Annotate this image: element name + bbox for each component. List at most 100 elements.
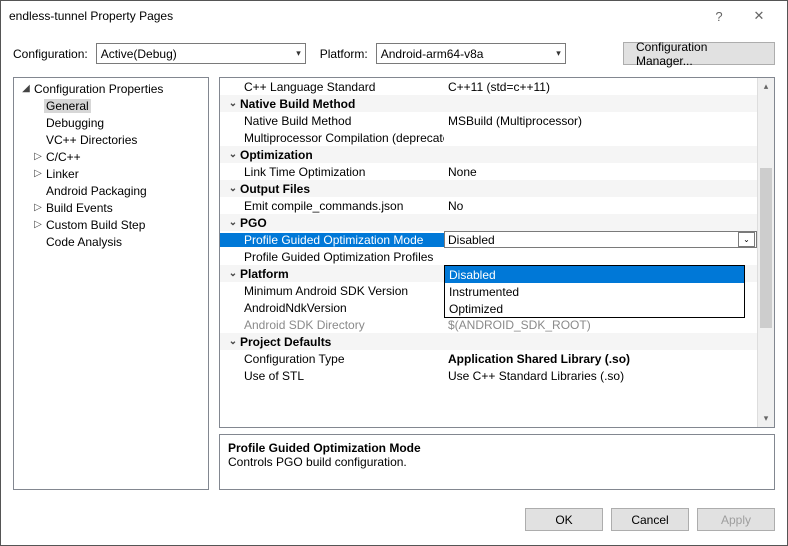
collapse-icon: ⌄ xyxy=(226,98,240,109)
dropdown-button[interactable]: ⌄ xyxy=(738,232,755,247)
grid-category[interactable]: ⌄Project Defaults xyxy=(220,333,757,350)
property-name: Emit compile_commands.json xyxy=(220,199,444,213)
grid-property-row[interactable]: Link Time OptimizationNone xyxy=(220,163,757,180)
property-name: ⌄PGO xyxy=(220,216,444,230)
tree-item[interactable]: General xyxy=(14,97,208,114)
tree-label: Custom Build Step xyxy=(44,218,147,232)
property-name: Android SDK Directory xyxy=(220,318,444,332)
property-name: Use of STL xyxy=(220,369,444,383)
platform-label: Platform: xyxy=(320,47,368,61)
property-dropdown[interactable]: DisabledInstrumentedOptimized xyxy=(444,265,745,318)
property-value[interactable]: Use C++ Standard Libraries (.so) xyxy=(444,369,757,383)
configuration-manager-button[interactable]: Configuration Manager... xyxy=(623,42,775,65)
property-name: ⌄Project Defaults xyxy=(220,335,444,349)
configuration-bar: Configuration: Active(Debug) ▾ Platform:… xyxy=(1,31,787,77)
tree-label: Code Analysis xyxy=(44,235,124,249)
apply-button[interactable]: Apply xyxy=(697,508,775,531)
collapse-icon: ⌄ xyxy=(226,336,240,347)
grid-category[interactable]: ⌄PGO xyxy=(220,214,757,231)
tree-label: General xyxy=(44,99,91,113)
collapse-icon: ⌄ xyxy=(226,149,240,160)
property-name: Native Build Method xyxy=(220,114,444,128)
property-pages-dialog: endless-tunnel Property Pages ? ✕ Config… xyxy=(0,0,788,546)
grid-category[interactable]: ⌄Optimization xyxy=(220,146,757,163)
dropdown-option[interactable]: Disabled xyxy=(445,266,744,283)
grid-property-row[interactable]: Android SDK Directory$(ANDROID_SDK_ROOT) xyxy=(220,316,757,333)
dropdown-option[interactable]: Optimized xyxy=(445,300,744,317)
property-name: Configuration Type xyxy=(220,352,444,366)
property-name: AndroidNdkVersion xyxy=(220,301,444,315)
expand-icon[interactable]: ▷ xyxy=(32,168,44,179)
property-name: ⌄Platform xyxy=(220,267,444,281)
property-value[interactable]: No xyxy=(444,199,757,213)
right-pane: C++ Language StandardC++11 (std=c++11)⌄N… xyxy=(219,77,775,490)
cancel-button[interactable]: Cancel xyxy=(611,508,689,531)
category-tree[interactable]: ◢Configuration Properties General Debuggin… xyxy=(13,77,209,490)
vertical-scrollbar[interactable]: ▴ ▾ xyxy=(757,78,774,427)
tree-item[interactable]: ▷Build Events xyxy=(14,199,208,216)
tree-item[interactable]: ▷Linker xyxy=(14,165,208,182)
tree-item[interactable]: ▷Custom Build Step xyxy=(14,216,208,233)
configuration-label: Configuration: xyxy=(13,47,88,61)
grid-property-row[interactable]: Configuration TypeApplication Shared Lib… xyxy=(220,350,757,367)
ok-button[interactable]: OK xyxy=(525,508,603,531)
tree-label: Debugging xyxy=(44,116,106,130)
help-button[interactable]: ? xyxy=(699,1,739,31)
property-value[interactable]: MSBuild (Multiprocessor) xyxy=(444,114,757,128)
chevron-down-icon: ▾ xyxy=(556,48,561,59)
property-name: Profile Guided Optimization Profiles xyxy=(220,250,444,264)
expand-icon[interactable]: ▷ xyxy=(32,219,44,230)
grid-property-row[interactable]: Multiprocessor Compilation (deprecated) xyxy=(220,129,757,146)
grid-property-row[interactable]: Profile Guided Optimization ModeDisabled… xyxy=(220,231,757,248)
property-value[interactable]: None xyxy=(444,165,757,179)
collapse-icon: ◢ xyxy=(20,83,32,94)
grid-category[interactable]: ⌄Output Files xyxy=(220,180,757,197)
grid-property-row[interactable]: C++ Language StandardC++11 (std=c++11) xyxy=(220,78,757,95)
property-name: ⌄Native Build Method xyxy=(220,97,444,111)
tree-item[interactable]: Debugging xyxy=(14,114,208,131)
description-panel: Profile Guided Optimization Mode Control… xyxy=(219,434,775,490)
tree-item[interactable]: Android Packaging xyxy=(14,182,208,199)
property-name: ⌄Output Files xyxy=(220,182,444,196)
platform-value: Android-arm64-v8a xyxy=(381,47,484,61)
property-value[interactable]: $(ANDROID_SDK_ROOT) xyxy=(444,318,757,332)
grid-category[interactable]: ⌄Native Build Method xyxy=(220,95,757,112)
tree-label: Linker xyxy=(44,167,81,181)
configuration-value: Active(Debug) xyxy=(101,47,177,61)
grid-property-row[interactable]: Emit compile_commands.jsonNo xyxy=(220,197,757,214)
grid-property-row[interactable]: Profile Guided Optimization Profiles xyxy=(220,248,757,265)
property-value[interactable]: Application Shared Library (.so) xyxy=(444,352,757,366)
tree-label: C/C++ xyxy=(44,150,83,164)
tree-item[interactable]: ▷C/C++ xyxy=(14,148,208,165)
main-area: ◢Configuration Properties General Debuggin… xyxy=(1,77,787,498)
chevron-down-icon: ▾ xyxy=(296,48,301,59)
scroll-up-icon[interactable]: ▴ xyxy=(758,78,774,95)
property-grid-container: C++ Language StandardC++11 (std=c++11)⌄N… xyxy=(219,77,775,428)
configuration-combo[interactable]: Active(Debug) ▾ xyxy=(96,43,306,64)
scroll-down-icon[interactable]: ▾ xyxy=(758,410,774,427)
grid-property-row[interactable]: Native Build MethodMSBuild (Multiprocess… xyxy=(220,112,757,129)
property-value[interactable]: C++11 (std=c++11) xyxy=(444,80,757,94)
close-button[interactable]: ✕ xyxy=(739,1,779,31)
property-value[interactable]: Disabled⌄ xyxy=(444,231,757,248)
scrollbar-thumb[interactable] xyxy=(760,168,772,328)
collapse-icon: ⌄ xyxy=(226,217,240,228)
property-name: C++ Language Standard xyxy=(220,80,444,94)
tree-root[interactable]: ◢Configuration Properties xyxy=(14,80,208,97)
tree-item[interactable]: VC++ Directories xyxy=(14,131,208,148)
property-name: Multiprocessor Compilation (deprecated) xyxy=(220,131,444,145)
property-grid[interactable]: C++ Language StandardC++11 (std=c++11)⌄N… xyxy=(220,78,757,427)
tree-label: Android Packaging xyxy=(44,184,149,198)
description-title: Profile Guided Optimization Mode xyxy=(228,441,766,455)
window-title: endless-tunnel Property Pages xyxy=(9,9,699,23)
dropdown-option[interactable]: Instrumented xyxy=(445,283,744,300)
expand-icon[interactable]: ▷ xyxy=(32,151,44,162)
collapse-icon: ⌄ xyxy=(226,268,240,279)
grid-property-row[interactable]: Use of STLUse C++ Standard Libraries (.s… xyxy=(220,367,757,384)
description-text: Controls PGO build configuration. xyxy=(228,455,766,469)
platform-combo[interactable]: Android-arm64-v8a ▾ xyxy=(376,43,566,64)
property-name: Link Time Optimization xyxy=(220,165,444,179)
property-name: ⌄Optimization xyxy=(220,148,444,162)
expand-icon[interactable]: ▷ xyxy=(32,202,44,213)
tree-item[interactable]: Code Analysis xyxy=(14,233,208,250)
